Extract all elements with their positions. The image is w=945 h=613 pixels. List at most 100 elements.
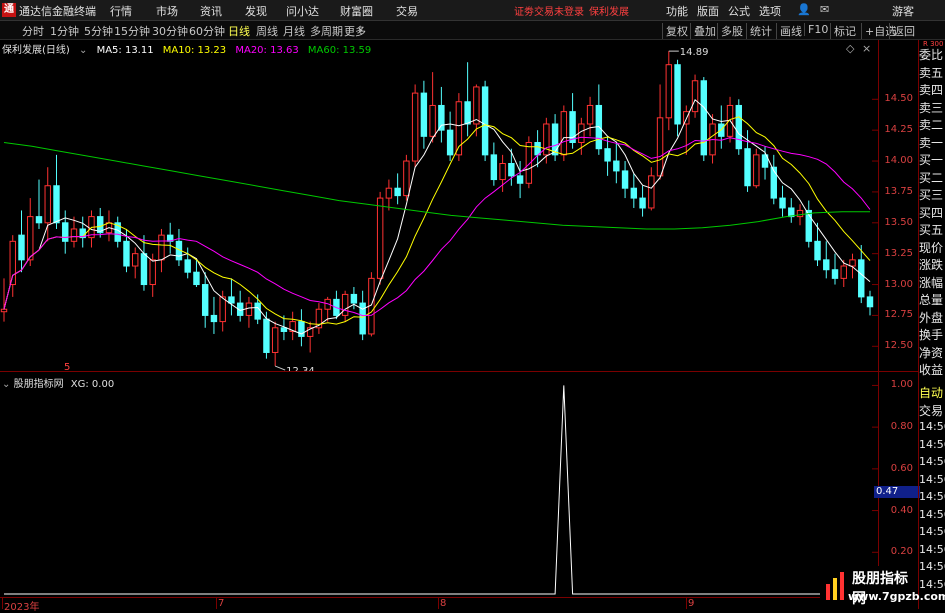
login-status[interactable]: 证劵交易未登录 (514, 3, 584, 18)
y-tick-label: 12.75 (884, 309, 913, 321)
candle-body (586, 104, 594, 125)
candle-body (473, 86, 480, 125)
menu-wenxiaoda[interactable]: 问小达 (286, 3, 319, 19)
menu-zixun[interactable]: 资讯 (200, 3, 222, 19)
mail-icon[interactable]: ✉ (820, 3, 829, 16)
timeframe-2[interactable]: 5分钟 (82, 23, 115, 39)
timeframe-5[interactable]: 60分钟 (187, 23, 227, 39)
watermark: 股朋指标网 www.7gpzb.com (820, 566, 945, 609)
candle-body (158, 234, 165, 261)
timeframe-1[interactable]: 1分钟 (48, 23, 81, 39)
xg-series-line (4, 385, 870, 595)
y-tick-label: 14.25 (884, 124, 913, 136)
candle-body (132, 253, 139, 267)
menu-xuanxiang[interactable]: 选项 (759, 3, 781, 19)
candle-body (866, 296, 874, 308)
candle-body (446, 129, 454, 156)
y-tick-label: 14.50 (884, 93, 913, 105)
candle-body (840, 265, 847, 279)
menu-caifuquan[interactable]: 财富圈 (340, 3, 373, 19)
candle-body (849, 259, 856, 267)
quote-label: 涨幅 (919, 275, 944, 290)
app-title: 通达信金融终端 (19, 5, 96, 18)
candlestick-chart[interactable]: 14.8912.34 (0, 40, 878, 371)
candle-body (735, 104, 742, 150)
toolbar-btn-2[interactable]: 多股 (717, 23, 746, 39)
candle-body (464, 101, 471, 125)
candle-body (796, 209, 804, 218)
guest-label[interactable]: 游客 (892, 3, 914, 19)
ind-y-tick-label: 0.20 (890, 546, 913, 558)
candle-body (499, 163, 506, 181)
time-label: 7 (218, 598, 225, 609)
candle-body (604, 148, 611, 162)
trade-time: 14:56 (919, 542, 945, 556)
low-marker-line (274, 365, 286, 371)
trade-time: 14:56 (919, 437, 945, 451)
app-logo-icon: 通 (2, 3, 16, 17)
toolbar-btn-4[interactable]: 画线 (776, 23, 805, 39)
timeframe-8[interactable]: 月线 (281, 23, 307, 39)
candle-body (411, 92, 419, 162)
toolbar-btn-8[interactable]: 返回 (889, 23, 918, 39)
candle-body (254, 302, 261, 320)
user-icon[interactable]: 👤 (797, 3, 811, 16)
auto-label[interactable]: 自动 (919, 384, 943, 401)
trade-time: 14:56 (919, 507, 945, 521)
candle-body (551, 123, 559, 156)
indicator-chart[interactable] (0, 372, 878, 597)
candle-body (831, 269, 839, 279)
trade-time: 14:56 (919, 577, 945, 591)
candle-body (263, 318, 270, 353)
candle-body (770, 166, 777, 199)
toolbar-btn-0[interactable]: 复权 (662, 23, 691, 39)
toolbar-btn-5[interactable]: F10 (804, 23, 831, 36)
quote-label: 买二 (919, 170, 944, 185)
time-tick (2, 597, 3, 609)
candle-body (193, 271, 200, 286)
toolbar-btn-1[interactable]: 叠加 (690, 23, 719, 39)
candle-body (665, 64, 673, 119)
watermark-logo-icon (824, 570, 846, 604)
timeframe-10[interactable]: 更多 (342, 23, 368, 39)
menu-gongshi[interactable]: 公式 (728, 3, 750, 19)
toolbar-btn-3[interactable]: 统计 (746, 23, 775, 39)
timeframe-9[interactable]: 多周期 (308, 23, 345, 39)
menu-jiaoyi[interactable]: 交易 (396, 3, 418, 19)
candle-body (403, 160, 410, 197)
quote-label: 换手 (919, 328, 944, 342)
candle-body (394, 187, 401, 197)
candle-body (62, 222, 69, 242)
candle-body (744, 148, 751, 187)
menu-gongneng[interactable]: 功能 (666, 3, 688, 19)
ind-y-tick-label: 0.40 (890, 504, 913, 516)
candle-body (779, 197, 786, 209)
candle-body (228, 296, 235, 304)
y-tick-label: 14.00 (884, 155, 913, 167)
timeframe-6[interactable]: 日线 (226, 23, 252, 39)
menu-faxian[interactable]: 发现 (245, 3, 267, 19)
candle-body (350, 293, 358, 304)
menu-banmian[interactable]: 版面 (697, 3, 719, 19)
toolbar-btn-6[interactable]: 标记 (830, 23, 859, 39)
quote-label: 买五 (919, 223, 944, 237)
candle-body (700, 80, 708, 156)
candle-body (35, 216, 43, 224)
quote-label: 卖三 (919, 100, 944, 115)
timeframe-7[interactable]: 周线 (254, 23, 280, 39)
trade-label[interactable]: 交易 (919, 402, 943, 419)
timeframe-3[interactable]: 15分钟 (112, 23, 152, 39)
candle-body (0, 308, 8, 313)
menu-shichang[interactable]: 市场 (156, 3, 178, 19)
quote-label: 现价 (919, 240, 944, 255)
menu-bar: 通 通达信金融终端 行情 市场 资讯 发现 问小达 财富圈 交易 证劵交易未登录… (0, 0, 945, 21)
quote-label: 收益 (919, 363, 944, 377)
candle-body (376, 197, 384, 279)
candle-body (648, 175, 655, 209)
ma60-line (3, 142, 870, 230)
timeframe-4[interactable]: 30分钟 (150, 23, 190, 39)
high-label: 14.89 (680, 47, 709, 58)
menu-hangqing[interactable]: 行情 (110, 3, 132, 19)
timeframe-0[interactable]: 分时 (20, 23, 46, 39)
candle-body (823, 259, 830, 271)
